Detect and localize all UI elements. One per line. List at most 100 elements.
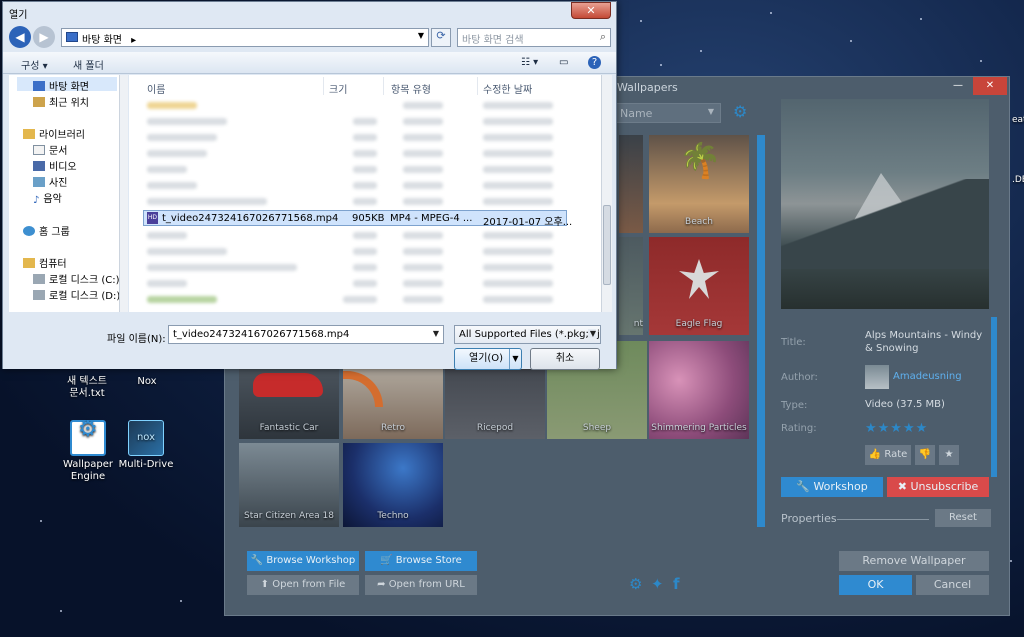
address-bar[interactable]: 바탕 화면 ▸ ▼ bbox=[61, 28, 429, 47]
facebook-icon[interactable]: f bbox=[673, 575, 680, 593]
dialog-cancel-button[interactable]: 취소 bbox=[530, 348, 600, 370]
open-button[interactable]: 열기(O) ▼ bbox=[454, 348, 522, 370]
thumbs-down-button[interactable]: 👎 bbox=[915, 445, 935, 465]
mountain-shape bbox=[781, 179, 989, 269]
we-minimize-button[interactable]: — bbox=[945, 77, 971, 95]
filename-input[interactable]: t_video247324167026771568.mp4 ▼ bbox=[168, 325, 444, 344]
tile-label: Techno bbox=[377, 511, 409, 521]
wallpaper-tile-shimmering-particles[interactable]: Shimmering Particles bbox=[649, 341, 749, 439]
blurred-text bbox=[403, 248, 443, 255]
sort-dropdown[interactable]: Name ▼ bbox=[613, 103, 721, 123]
blurred-file-row[interactable] bbox=[143, 179, 593, 193]
car-shape bbox=[253, 373, 323, 397]
blurred-file-row[interactable] bbox=[143, 277, 593, 291]
file-type-filter[interactable]: All Supported Files (*.pkg;*.jso ▼ bbox=[454, 325, 601, 344]
desktop-icon-multi-drive[interactable]: nox Multi-Drive bbox=[111, 420, 181, 471]
blurred-file-row[interactable] bbox=[143, 195, 593, 209]
rate-button[interactable]: 👍 Rate bbox=[865, 445, 911, 465]
nav-item-drive-c[interactable]: 로컬 디스크 (C:) bbox=[33, 271, 120, 286]
column-header-type[interactable]: 항목 유형 bbox=[391, 81, 431, 96]
file-list-scrollbar[interactable] bbox=[601, 75, 612, 312]
desktop-edge-icon-2[interactable]: .DE bbox=[1012, 175, 1024, 203]
desktop-icon-nox[interactable]: Nox bbox=[112, 376, 182, 388]
blurred-file-row[interactable] bbox=[143, 163, 593, 177]
cancel-button[interactable]: Cancel bbox=[916, 575, 989, 595]
nav-item-videos[interactable]: 비디오 bbox=[33, 158, 77, 173]
column-header-size[interactable]: 크기 bbox=[329, 81, 347, 96]
dialog-close-button[interactable]: ✕ bbox=[571, 2, 611, 19]
wallpaper-tile-techno[interactable]: Techno bbox=[343, 443, 443, 527]
blurred-file-row[interactable] bbox=[143, 115, 593, 129]
column-separator bbox=[383, 77, 384, 95]
scrollbar-thumb[interactable] bbox=[603, 205, 611, 285]
steam-icon[interactable]: ⚙ bbox=[629, 575, 642, 593]
blurred-file-row[interactable] bbox=[143, 245, 593, 259]
nox-label: Nox bbox=[137, 376, 157, 387]
open-from-url-button[interactable]: ➦ Open from URL bbox=[365, 575, 477, 595]
forward-button[interactable]: ▶ bbox=[33, 26, 55, 48]
open-split-chevron-icon[interactable]: ▼ bbox=[509, 349, 521, 369]
blurred-file-row[interactable] bbox=[143, 99, 593, 113]
column-separator bbox=[477, 77, 478, 95]
chevron-down-icon[interactable]: ▼ bbox=[433, 329, 439, 338]
nav-label: 사진 bbox=[49, 178, 68, 189]
chevron-down-icon[interactable]: ▼ bbox=[418, 31, 424, 40]
view-menu-icon[interactable]: ☷ ▾ bbox=[521, 57, 538, 68]
organize-menu[interactable]: 구성 ▾ bbox=[21, 57, 48, 72]
gear-icon[interactable]: ⚙ bbox=[733, 102, 747, 121]
help-icon[interactable]: ? bbox=[588, 56, 601, 69]
navigation-scrollbar[interactable] bbox=[119, 75, 128, 312]
wallpaper-tile-star-citizen[interactable]: Star Citizen Area 18 bbox=[239, 443, 339, 527]
nav-item-music[interactable]: ♪ 음악 bbox=[33, 190, 62, 206]
blurred-file-row[interactable] bbox=[143, 261, 593, 275]
twitter-icon[interactable]: ✦ bbox=[651, 575, 664, 593]
author-avatar[interactable] bbox=[865, 365, 889, 389]
favorite-button[interactable]: ★ bbox=[939, 445, 959, 465]
new-folder-button[interactable]: 새 폴더 bbox=[73, 57, 104, 72]
wallpaper-tile-beach[interactable]: 🌴 Beach bbox=[649, 135, 749, 233]
blurred-file-row[interactable] bbox=[143, 293, 593, 307]
nav-item-pictures[interactable]: 사진 bbox=[33, 174, 67, 189]
blurred-text bbox=[483, 280, 553, 287]
unsubscribe-button[interactable]: ✖ Unsubscribe bbox=[887, 477, 989, 497]
wallpaper-list-scrollbar[interactable] bbox=[757, 135, 765, 527]
nav-label: 바탕 화면 bbox=[49, 82, 89, 93]
wallpaper-engine-icon: ⚙ bbox=[70, 419, 106, 456]
nav-item-desktop[interactable]: 바탕 화면 bbox=[33, 78, 89, 93]
wallpaper-tile-partial-2[interactable]: nt bbox=[619, 237, 643, 335]
nav-item-computer[interactable]: 컴퓨터 bbox=[23, 255, 67, 270]
nav-item-homegroup[interactable]: 홈 그룹 bbox=[23, 223, 70, 238]
blurred-text bbox=[403, 118, 443, 125]
open-from-file-button[interactable]: ⬆ Open from File bbox=[247, 575, 359, 595]
nav-label: 로컬 디스크 (C:) bbox=[49, 275, 120, 286]
browse-workshop-button[interactable]: 🔧 Browse Workshop bbox=[247, 551, 359, 571]
drive-icon bbox=[33, 290, 45, 300]
wallpaper-tile-partial[interactable] bbox=[619, 135, 643, 233]
author-value[interactable]: Amadeusning bbox=[893, 371, 962, 382]
nav-item-recent[interactable]: 최근 위치 bbox=[33, 94, 89, 109]
nav-item-documents[interactable]: 문서 bbox=[33, 142, 67, 157]
column-header-name[interactable]: 이름 bbox=[147, 81, 165, 96]
workshop-button[interactable]: 🔧 Workshop bbox=[781, 477, 883, 497]
refresh-icon: ⟳ bbox=[436, 29, 446, 42]
back-button[interactable]: ◀ bbox=[9, 26, 31, 48]
details-scrollbar[interactable] bbox=[991, 317, 997, 477]
desktop-edge-icon-1[interactable]: eat bbox=[1012, 115, 1024, 143]
wallpaper-tile-eagle-flag[interactable]: Eagle Flag bbox=[649, 237, 749, 335]
search-input[interactable]: 바탕 화면 검색 ⌕ bbox=[457, 28, 611, 47]
browse-store-button[interactable]: 🛒 Browse Store bbox=[365, 551, 477, 571]
blurred-file-row[interactable] bbox=[143, 229, 593, 243]
nav-item-drive-d[interactable]: 로컬 디스크 (D:) bbox=[33, 287, 120, 302]
nav-item-libraries[interactable]: 라이브러리 bbox=[23, 126, 85, 141]
selected-file-row[interactable]: HD t_video247324167026771568.mp4 905KB M… bbox=[143, 210, 572, 228]
refresh-button[interactable]: ⟳ bbox=[431, 28, 451, 47]
ok-button[interactable]: OK bbox=[839, 575, 912, 595]
reset-button[interactable]: Reset bbox=[935, 509, 991, 527]
blurred-file-row[interactable] bbox=[143, 147, 593, 161]
we-close-button[interactable]: ✕ bbox=[973, 77, 1007, 95]
preview-pane-icon[interactable]: ▭ bbox=[559, 57, 568, 68]
blurred-file-row[interactable] bbox=[143, 131, 593, 145]
file-modified: 2017-01-07 오후... bbox=[483, 217, 573, 228]
remove-wallpaper-button[interactable]: Remove Wallpaper bbox=[839, 551, 989, 571]
column-header-modified[interactable]: 수정한 날짜 bbox=[483, 81, 532, 96]
